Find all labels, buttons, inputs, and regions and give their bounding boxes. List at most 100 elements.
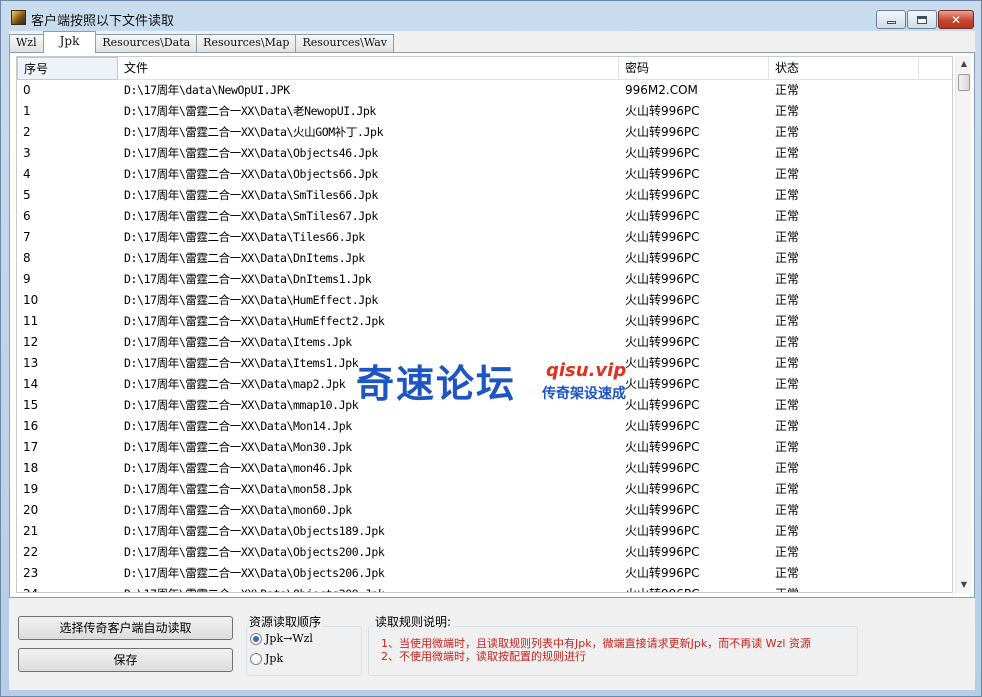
scroll-down-icon[interactable]: ▼ bbox=[956, 577, 972, 593]
cell-file: D:\17周年\雷霆二合一XX\Data\HumEffect.Jpk bbox=[124, 293, 378, 307]
cell-seq: 23 bbox=[23, 566, 39, 580]
cell-seq: 8 bbox=[23, 251, 31, 265]
cell-seq: 17 bbox=[23, 440, 39, 454]
table-row[interactable]: 20 D:\17周年\雷霆二合一XX\Data\mon60.Jpk 火山转996PC… bbox=[17, 500, 952, 521]
save-button[interactable]: 保存 bbox=[18, 648, 233, 672]
cell-status: 正常 bbox=[775, 503, 800, 517]
cell-password: 火山转996PC bbox=[625, 125, 700, 139]
cell-password: 火山转996PC bbox=[619, 584, 769, 592]
auto-read-button[interactable]: 选择传奇客户端自动读取 bbox=[18, 616, 233, 640]
cell-seq: 14 bbox=[23, 377, 39, 391]
cell-status: 正常 bbox=[775, 167, 800, 181]
cell-seq: 3 bbox=[23, 146, 31, 160]
cell-status: 正常 bbox=[775, 146, 800, 160]
cell-password: 火山转996PC bbox=[625, 482, 700, 496]
cell-seq: 5 bbox=[23, 188, 31, 202]
cell-password: 火山转996PC bbox=[625, 440, 700, 454]
column-header-password[interactable]: 密码 bbox=[619, 57, 769, 80]
cell-seq: 12 bbox=[23, 335, 39, 349]
bottom-controls: 选择传奇客户端自动读取 保存 资源读取顺序 Jpk→Wzl Jpk 读取规则说明… bbox=[9, 602, 975, 688]
cell-file: D:\17周年\雷霆二合一XX\Data\火山GOM补丁.Jpk bbox=[124, 125, 384, 139]
maximize-button[interactable] bbox=[907, 10, 937, 29]
column-header-filler bbox=[919, 57, 952, 80]
tab-panel: 序号 文件 密码 状态 0 D:\17周年\data\NewOpUI.JPK 996… bbox=[9, 52, 975, 598]
cell-file: D:\17周年\雷霆二合一XX\Data\DnItems.Jpk bbox=[124, 251, 365, 265]
table-row[interactable]: 23 D:\17周年\雷霆二合一XX\Data\Objects206.Jpk 火山转… bbox=[17, 563, 952, 584]
cell-status: 正常 bbox=[775, 398, 800, 412]
table-row[interactable]: 8 D:\17周年\雷霆二合一XX\Data\DnItems.Jpk 火山转996P… bbox=[17, 248, 952, 269]
table-row[interactable]: 7 D:\17周年\雷霆二合一XX\Data\Tiles66.Jpk 火山转996P… bbox=[17, 227, 952, 248]
cell-password: 火山转996PC bbox=[625, 398, 700, 412]
table-row[interactable]: 11 D:\17周年\雷霆二合一XX\Data\HumEffect2.Jpk 火山转… bbox=[17, 311, 952, 332]
table-row[interactable]: 1 D:\17周年\雷霆二合一XX\Data\老NewopUI.Jpk 火山转996… bbox=[17, 101, 952, 122]
scroll-up-icon[interactable]: ▲ bbox=[956, 56, 972, 72]
cell-file: D:\17周年\雷霆二合一XX\Data\SmTiles66.Jpk bbox=[124, 188, 378, 202]
title-bar[interactable]: 客户端按照以下文件读取 ✕ bbox=[1, 1, 981, 31]
cell-password: 火山转996PC bbox=[625, 293, 700, 307]
table-row[interactable]: 19 D:\17周年\雷霆二合一XX\Data\mon58.Jpk 火山转996PC… bbox=[17, 479, 952, 500]
table-row[interactable]: 15 D:\17周年\雷霆二合一XX\Data\mmap10.Jpk 火山转996P… bbox=[17, 395, 952, 416]
table-row[interactable]: 0 D:\17周年\data\NewOpUI.JPK 996M2.COM 正常 bbox=[17, 80, 952, 101]
column-header-seq[interactable]: 序号 bbox=[17, 57, 118, 80]
cell-status: 正常 bbox=[775, 125, 800, 139]
table-row[interactable]: 10 D:\17周年\雷霆二合一XX\Data\HumEffect.Jpk 火山转9… bbox=[17, 290, 952, 311]
table-row[interactable]: 22 D:\17周年\雷霆二合一XX\Data\Objects200.Jpk 火山转… bbox=[17, 542, 952, 563]
file-table[interactable]: 序号 文件 密码 状态 0 D:\17周年\data\NewOpUI.JPK 996… bbox=[16, 56, 953, 593]
tab-resources-map[interactable]: Resources\Map bbox=[196, 34, 297, 52]
table-row[interactable]: 14 D:\17周年\雷霆二合一XX\Data\map2.Jpk 火山转996PC 正… bbox=[17, 374, 952, 395]
scrollbar-thumb[interactable] bbox=[958, 74, 970, 91]
table-row[interactable]: 2 D:\17周年\雷霆二合一XX\Data\火山GOM补丁.Jpk 火山转996P… bbox=[17, 122, 952, 143]
table-row[interactable]: 6 D:\17周年\雷霆二合一XX\Data\SmTiles67.Jpk 火山转99… bbox=[17, 206, 952, 227]
table-row[interactable]: 9 D:\17周年\雷霆二合一XX\Data\DnItems1.Jpk 火山转996… bbox=[17, 269, 952, 290]
table-row[interactable]: 5 D:\17周年\雷霆二合一XX\Data\SmTiles66.Jpk 火山转99… bbox=[17, 185, 952, 206]
cell-seq: 22 bbox=[23, 545, 39, 559]
table-row[interactable]: 3 D:\17周年\雷霆二合一XX\Data\Objects46.Jpk 火山转99… bbox=[17, 143, 952, 164]
cell-status: 正常 bbox=[775, 314, 800, 328]
cell-file: D:\17周年\雷霆二合一XX\Data\mon46.Jpk bbox=[124, 461, 352, 475]
cell-seq: 2 bbox=[23, 125, 31, 139]
table-row[interactable]: 21 D:\17周年\雷霆二合一XX\Data\Objects189.Jpk 火山转… bbox=[17, 521, 952, 542]
app-icon bbox=[11, 10, 26, 25]
cell-seq: 0 bbox=[23, 83, 31, 97]
cell-status: 正常 bbox=[775, 293, 800, 307]
cell-password: 火山转996PC bbox=[625, 188, 700, 202]
cell-password: 火山转996PC bbox=[625, 377, 700, 391]
table-row[interactable]: 18 D:\17周年\雷霆二合一XX\Data\mon46.Jpk 火山转996PC… bbox=[17, 458, 952, 479]
tab-resources-wav[interactable]: Resources\Wav bbox=[295, 34, 395, 52]
table-row[interactable]: 24D:\17周年\雷霆二合一XX\Data\Objects209.Jpk火山转… bbox=[17, 584, 952, 592]
tab-jpk[interactable]: Jpk bbox=[42, 31, 97, 53]
tab-wzl[interactable]: Wzl bbox=[9, 34, 44, 52]
column-header-status[interactable]: 状态 bbox=[769, 57, 919, 80]
cell-password: 火山转996PC bbox=[625, 146, 700, 160]
cell-password: 火山转996PC bbox=[625, 545, 700, 559]
table-row[interactable]: 16 D:\17周年\雷霆二合一XX\Data\Mon14.Jpk 火山转996PC… bbox=[17, 416, 952, 437]
cell-status: 正常 bbox=[775, 335, 800, 349]
cell-file: D:\17周年\雷霆二合一XX\Data\Items.Jpk bbox=[124, 335, 352, 349]
vertical-scrollbar[interactable]: ▲ ▼ bbox=[955, 56, 971, 593]
cell-status: 正常 bbox=[775, 251, 800, 265]
table-row[interactable]: 12 D:\17周年\雷霆二合一XX\Data\Items.Jpk 火山转996PC… bbox=[17, 332, 952, 353]
cell-status: 正常 bbox=[775, 356, 800, 370]
radio-jpk[interactable]: Jpk bbox=[250, 652, 283, 665]
cell-status: 正常 bbox=[775, 545, 800, 559]
cell-seq: 16 bbox=[23, 419, 39, 433]
table-row[interactable]: 4 D:\17周年\雷霆二合一XX\Data\Objects66.Jpk 火山转99… bbox=[17, 164, 952, 185]
tab-resources-data[interactable]: Resources\Data bbox=[95, 34, 198, 52]
radio-jpk-wzl[interactable]: Jpk→Wzl bbox=[250, 632, 313, 645]
cell-seq: 20 bbox=[23, 503, 39, 517]
cell-status: 正常 bbox=[775, 188, 800, 202]
cell-file: D:\17周年\雷霆二合一XX\Data\Objects46.Jpk bbox=[124, 146, 378, 160]
cell-password: 火山转996PC bbox=[625, 272, 700, 286]
cell-status: 正常 bbox=[775, 209, 800, 223]
order-group-title: 资源读取顺序 bbox=[247, 613, 324, 630]
close-button[interactable]: ✕ bbox=[938, 10, 974, 29]
table-row[interactable]: 17 D:\17周年\雷霆二合一XX\Data\Mon30.Jpk 火山转996PC… bbox=[17, 437, 952, 458]
cell-seq: 6 bbox=[23, 209, 31, 223]
cell-file: D:\17周年\雷霆二合一XX\Data\老NewopUI.Jpk bbox=[124, 104, 376, 118]
column-header-file[interactable]: 文件 bbox=[118, 57, 619, 80]
cell-seq: 4 bbox=[23, 167, 31, 181]
table-row[interactable]: 13 D:\17周年\雷霆二合一XX\Data\Items1.Jpk 火山转996P… bbox=[17, 353, 952, 374]
cell-seq: 24 bbox=[17, 584, 118, 592]
minimize-button[interactable] bbox=[876, 10, 906, 29]
window-title: 客户端按照以下文件读取 bbox=[31, 14, 175, 29]
